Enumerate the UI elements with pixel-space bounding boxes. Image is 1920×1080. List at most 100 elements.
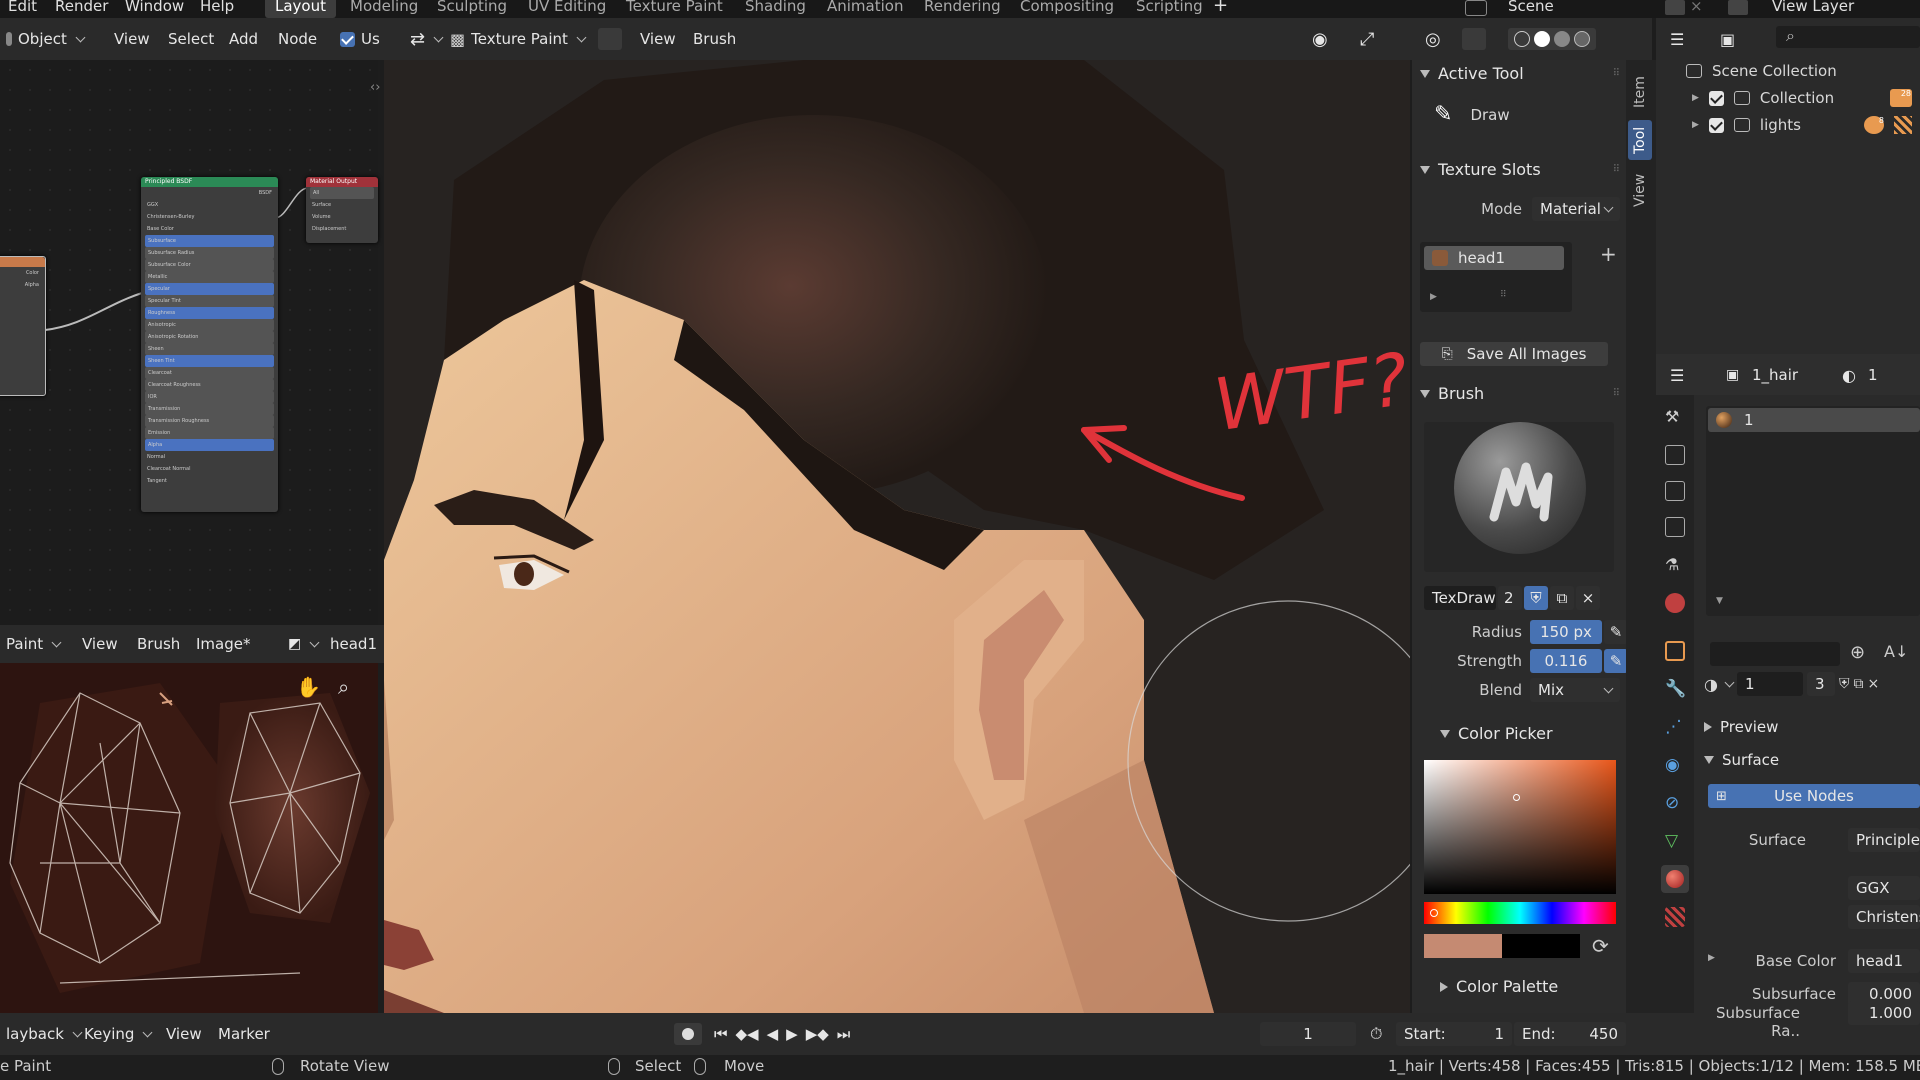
material-name-field[interactable]: 1: [1736, 672, 1803, 696]
drag-handle-icon[interactable]: ⠿: [1613, 388, 1620, 399]
exclude-checkbox[interactable]: [1708, 117, 1724, 133]
list-expand-icon[interactable]: ▶: [1430, 292, 1437, 302]
timeline-view-menu[interactable]: View: [160, 1023, 208, 1045]
node-socket-row[interactable]: Clearcoat Normal: [141, 463, 278, 475]
constraints-tab-icon[interactable]: ⊘: [1665, 793, 1685, 813]
node-socket-row[interactable]: Transmission Roughness: [145, 415, 274, 427]
world-tab-icon[interactable]: [1665, 593, 1685, 613]
modifier-tab-icon[interactable]: 🔧: [1665, 679, 1686, 699]
use-nodes-toggle[interactable]: Us: [334, 28, 386, 50]
rendered-shading-icon[interactable]: [1574, 31, 1590, 47]
node-socket-row[interactable]: GGX: [141, 199, 278, 211]
hue-cursor-icon[interactable]: [1430, 909, 1438, 917]
object-mode-dropdown[interactable]: Object: [0, 28, 90, 50]
record-button[interactable]: [674, 1023, 702, 1045]
node-socket-row[interactable]: Emission: [145, 427, 274, 439]
display-mode-icon[interactable]: ▣: [1714, 28, 1741, 50]
node-socket-row[interactable]: Roughness: [145, 307, 274, 319]
subsurface-method-dropdown[interactable]: Christens: [1848, 905, 1920, 929]
prev-keyframe-icon[interactable]: ◆◀: [736, 1025, 759, 1043]
pressure-strength-icon[interactable]: ✎: [1604, 649, 1628, 673]
radius-field[interactable]: 150 px: [1530, 620, 1602, 644]
outliner-editor-icon[interactable]: ☰: [1664, 28, 1690, 50]
viewport-brush-menu[interactable]: Brush: [687, 28, 742, 50]
node-socket-row[interactable]: Specular Tint: [145, 295, 274, 307]
drag-handle-icon[interactable]: ⠿: [1613, 68, 1620, 79]
material-slot-item[interactable]: 1: [1708, 408, 1920, 432]
material-shading-icon[interactable]: [1554, 31, 1570, 47]
color-cursor-icon[interactable]: [1513, 794, 1520, 801]
exclude-checkbox[interactable]: [1708, 90, 1724, 106]
swap-colors-icon[interactable]: ⟳: [1592, 934, 1609, 958]
menu-window[interactable]: Window: [125, 0, 184, 15]
view-layer-tab-icon[interactable]: [1665, 517, 1685, 537]
list-resize-handle[interactable]: ⠿: [1500, 290, 1507, 300]
scene-icon[interactable]: [1465, 0, 1487, 16]
node-socket-row[interactable]: Anisotropic Rotation: [145, 331, 274, 343]
outliner-item-lights[interactable]: ▶ lights 8: [1692, 116, 1912, 134]
view-layer-icon[interactable]: [1728, 0, 1748, 15]
node-socket-row[interactable]: Sheen Tint: [145, 355, 274, 367]
expand-arrow-icon[interactable]: ▶: [1708, 953, 1715, 963]
expand-arrow-icon[interactable]: ▶: [1692, 93, 1699, 103]
node-socket-row[interactable]: Clearcoat: [145, 367, 274, 379]
node-socket-row[interactable]: Base Color: [141, 223, 278, 235]
sort-icon[interactable]: A↓: [1884, 642, 1908, 661]
unlink-brush-icon[interactable]: ×: [1576, 586, 1600, 610]
material-browse-icon[interactable]: ◑: [1704, 675, 1718, 694]
surface-panel-header[interactable]: Surface: [1704, 751, 1904, 769]
tab-item[interactable]: Item: [1628, 68, 1652, 116]
node-socket-row[interactable]: Surface: [306, 199, 378, 211]
mode-dropdown[interactable]: Material: [1532, 197, 1620, 221]
3d-viewport[interactable]: WTF?: [384, 60, 1410, 1013]
tab-sculpting[interactable]: Sculpting: [427, 0, 517, 18]
paint-mask-toggle[interactable]: [598, 28, 622, 50]
keying-menu[interactable]: Keying: [78, 1023, 157, 1045]
output-tab-icon[interactable]: [1665, 481, 1685, 501]
add-material-slot-icon[interactable]: ⊕: [1850, 642, 1865, 663]
start-frame-field[interactable]: Start: 1: [1396, 1022, 1512, 1046]
fake-user-shield-icon[interactable]: ⛨: [1839, 676, 1850, 692]
tab-view[interactable]: View: [1628, 168, 1652, 212]
duplicate-material-icon[interactable]: ⧉: [1853, 676, 1863, 692]
timeline-marker-menu[interactable]: Marker: [212, 1023, 276, 1045]
tab-shading[interactable]: Shading: [735, 0, 816, 18]
outliner-item-collection[interactable]: ▶ Collection 28: [1692, 89, 1912, 107]
secondary-color-swatch[interactable]: [1502, 934, 1580, 958]
add-workspace-button[interactable]: +: [1213, 0, 1228, 16]
hand-pan-icon[interactable]: ✋: [296, 675, 321, 699]
tab-compositing[interactable]: Compositing: [1010, 0, 1124, 18]
pressure-radius-icon[interactable]: ✎: [1604, 620, 1628, 644]
texture-slots-section-header[interactable]: Texture Slots ⠿: [1420, 160, 1620, 179]
surface-shader-field[interactable]: Principled: [1848, 828, 1920, 852]
brush-preview[interactable]: [1424, 422, 1614, 572]
node-socket-row[interactable]: Transmission: [145, 403, 274, 415]
add-slot-button[interactable]: +: [1600, 242, 1617, 266]
sidebar-toggle-icon[interactable]: ‹›: [370, 80, 380, 95]
texture-tab-icon[interactable]: [1665, 907, 1685, 927]
tab-uv-editing[interactable]: UV Editing: [518, 0, 616, 18]
tab-modeling[interactable]: Modeling: [340, 0, 428, 18]
render-tab-icon[interactable]: [1665, 445, 1685, 465]
image-texture-node[interactable]: Color Alpha: [0, 256, 46, 396]
end-frame-field[interactable]: End: 450: [1514, 1022, 1626, 1046]
node-socket-row[interactable]: Normal: [141, 451, 278, 463]
node-socket-row[interactable]: Tangent: [141, 475, 278, 487]
node-socket-row[interactable]: Subsurface Color: [145, 259, 274, 271]
overlays-icon[interactable]: ◎: [1419, 28, 1447, 50]
scene-browse-icon[interactable]: [1665, 0, 1685, 15]
next-keyframe-icon[interactable]: ▶◆: [806, 1025, 829, 1043]
object-tab-icon[interactable]: [1665, 641, 1685, 661]
data-tab-icon[interactable]: ▽: [1665, 831, 1685, 851]
hue-slider[interactable]: [1424, 902, 1616, 924]
tab-animation[interactable]: Animation: [817, 0, 913, 18]
color-palette-section-header[interactable]: Color Palette: [1440, 977, 1640, 996]
texture-slot-item[interactable]: head1: [1424, 246, 1564, 270]
node-view-menu[interactable]: View: [108, 28, 156, 50]
visibility-icon[interactable]: ◉: [1306, 28, 1334, 50]
current-frame-field[interactable]: 1: [1260, 1022, 1356, 1046]
duplicate-brush-icon[interactable]: ⧉: [1550, 586, 1574, 610]
close-scene-icon[interactable]: ×: [1690, 0, 1703, 15]
gizmo-icon[interactable]: ⤢: [1354, 28, 1380, 50]
properties-editor-icon[interactable]: ☰: [1664, 364, 1690, 386]
